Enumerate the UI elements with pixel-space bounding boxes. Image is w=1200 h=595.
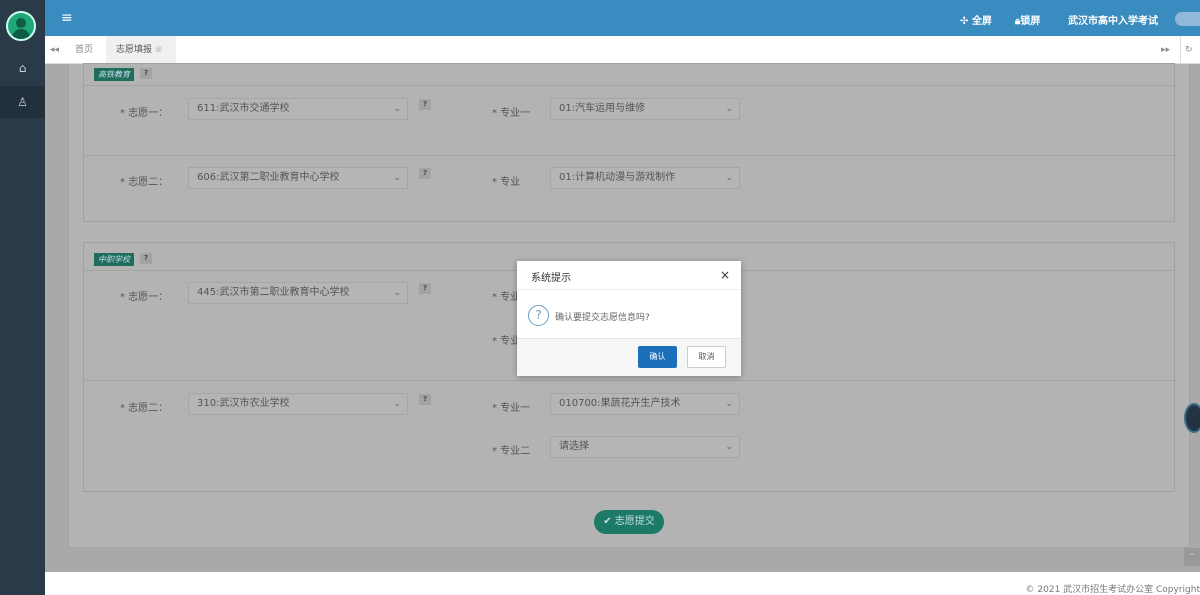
top-header: ≡ ✣ 全屏 🔒︎锁屏 武汉市高中入学考试 (45, 0, 1200, 36)
chevron-down-icon: ⌄ (725, 442, 733, 452)
major-label: * 专业二 (492, 446, 531, 457)
home-icon[interactable]: ⌂ (0, 52, 45, 84)
tab-bar: ◂◂ 首页 志愿填报 ⊗ ▸▸ ↻ (45, 36, 1200, 64)
major-select[interactable]: 01:计算机动漫与游戏制作 ⌄ (550, 167, 740, 189)
major-select[interactable]: 01:汽车运用与维修 ⌄ (550, 98, 740, 120)
chevron-down-icon: ⌄ (725, 104, 733, 114)
divider (84, 380, 1174, 381)
school-select[interactable]: 445:武汉市第二职业教育中心学校 ⌄ (188, 282, 408, 304)
school-select[interactable]: 310:武汉市农业学校 ⌄ (188, 393, 408, 415)
tab-volunteer[interactable]: 志愿填报 ⊗ (106, 36, 176, 64)
expand-icon: ✣ (960, 16, 972, 27)
select-value: 611:武汉市交通学校 (197, 103, 290, 114)
chevron-down-icon: ⌄ (725, 399, 733, 409)
user-icon[interactable]: ♙ (0, 86, 45, 118)
submit-label: 志愿提交 (614, 516, 655, 527)
tab-home[interactable]: 首页 (75, 36, 93, 64)
back-to-top-icon[interactable]: ⌃ (1184, 548, 1200, 566)
divider (84, 85, 1174, 86)
section-1: 高铁教育 ? * 志愿一： 611:武汉市交通学校 ⌄ ? * 专业一 01:汽车… (83, 63, 1175, 222)
major-label: * 专业一 (492, 403, 531, 414)
school-select[interactable]: 611:武汉市交通学校 ⌄ (188, 98, 408, 120)
question-icon: ? (528, 305, 549, 326)
tab-label: 志愿填报 (116, 45, 153, 55)
sidebar: ⌂ ♙ (0, 0, 45, 595)
dialog-header: 系统提示 × (517, 261, 741, 290)
select-value: 01:计算机动漫与游戏制作 (559, 172, 676, 183)
help-icon[interactable]: ? (140, 253, 152, 264)
select-value: 445:武汉市第二职业教育中心学校 (197, 287, 350, 298)
major-label: * 专业一 (492, 108, 531, 119)
major-select[interactable]: 010700:果蔬花卉生产技术 ⌄ (550, 393, 740, 415)
chevron-down-icon: ⌄ (393, 104, 401, 114)
avatar[interactable] (6, 11, 36, 41)
school-select[interactable]: 606:武汉第二职业教育中心学校 ⌄ (188, 167, 408, 189)
help-icon[interactable]: ? (419, 99, 431, 110)
choice-label: * 志愿一： (120, 108, 169, 119)
select-value: 01:汽车运用与维修 (559, 103, 646, 114)
select-value: 310:武汉市农业学校 (197, 398, 290, 409)
check-icon: ✔ (603, 516, 615, 527)
help-icon[interactable]: ? (419, 168, 431, 179)
section-badge: 高铁教育 (94, 68, 134, 81)
section-badge: 中职学校 (94, 253, 134, 266)
major-select[interactable]: 请选择 ⌄ (550, 436, 740, 458)
org-name[interactable]: 武汉市高中入学考试 (1068, 12, 1158, 27)
help-icon[interactable]: ? (419, 394, 431, 405)
select-value: 010700:果蔬花卉生产技术 (559, 398, 681, 409)
close-icon[interactable]: × (720, 268, 730, 282)
cancel-button[interactable]: 取消 (687, 346, 726, 368)
scroll-right-icon[interactable]: ▸▸ (1161, 36, 1170, 64)
chevron-down-icon: ⌄ (725, 173, 733, 183)
select-value: 606:武汉第二职业教育中心学校 (197, 172, 340, 183)
major-label: * 专业 (492, 177, 521, 188)
choice-label: * 志愿二： (120, 403, 169, 414)
help-icon[interactable]: ? (140, 68, 152, 79)
dialog-message: 确认要提交志愿信息吗? (555, 313, 650, 323)
chevron-down-icon: ⌄ (393, 288, 401, 298)
close-tab-icon[interactable]: ⊗ (155, 45, 163, 55)
user-toggle[interactable] (1175, 12, 1200, 26)
dialog-title: 系统提示 (531, 273, 571, 284)
floating-widget-icon[interactable] (1184, 403, 1200, 433)
fullscreen-label: 全屏 (971, 16, 992, 27)
chevron-down-icon: ⌄ (393, 399, 401, 409)
footer: © 2021 武汉市招生考试办公室 Copyright (45, 572, 1200, 595)
fullscreen-button[interactable]: ✣ 全屏 (960, 12, 992, 27)
submit-button[interactable]: ✔ 志愿提交 (594, 510, 664, 534)
help-icon[interactable]: ? (419, 283, 431, 294)
menu-icon[interactable]: ≡ (61, 10, 73, 26)
select-value: 请选择 (559, 441, 589, 452)
confirm-dialog: 系统提示 × ? 确认要提交志愿信息吗? 确认 取消 (517, 261, 741, 376)
divider (84, 155, 1174, 156)
lock-label: 锁屏 (1020, 16, 1041, 27)
refresh-icon[interactable]: ↻ (1180, 36, 1200, 64)
lock-button[interactable]: 🔒︎锁屏 (1015, 12, 1040, 27)
confirm-button[interactable]: 确认 (638, 346, 677, 368)
choice-label: * 志愿二： (120, 177, 169, 188)
chevron-down-icon: ⌄ (393, 173, 401, 183)
choice-label: * 志愿一： (120, 292, 169, 303)
dialog-footer: 确认 取消 (517, 338, 741, 376)
scroll-left-icon[interactable]: ◂◂ (50, 36, 59, 64)
copyright-text: © 2021 武汉市招生考试办公室 Copyright (1025, 585, 1200, 595)
